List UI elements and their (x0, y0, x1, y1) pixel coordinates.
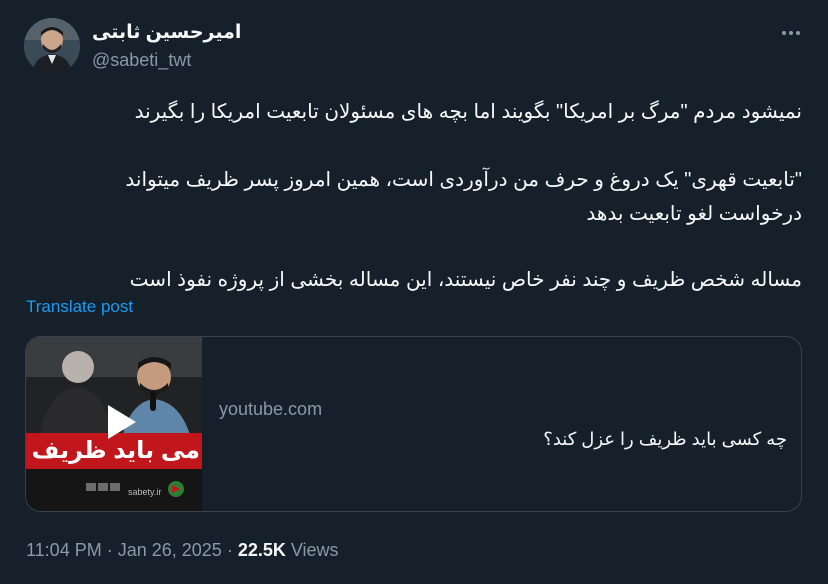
post-metadata: 11:04 PM · Jan 26, 2025 · 22.5K Views (26, 540, 339, 561)
tweet-paragraph-1: نمیشود مردم "مرگ بر امریکا" بگویند اما ب… (134, 101, 802, 123)
thumbnail-banner-text: می باید ظریف را عزل (26, 437, 200, 464)
avatar[interactable] (24, 18, 80, 74)
tweet-paragraph-2-line-2: درخواست لغو تابعیت بدهد (586, 203, 802, 225)
card-title[interactable]: چه کسی باید ظریف را عزل کند؟ (543, 429, 787, 450)
separator-1: · (101, 540, 118, 560)
card-domain: youtube.com (219, 399, 323, 419)
tweet-paragraph-3: مساله شخص ظریف و چند نفر خاص نیستند، این… (129, 269, 802, 291)
play-icon[interactable] (100, 403, 138, 441)
video-thumbnail[interactable]: می باید ظریف را عزل sabety.ir (26, 337, 202, 511)
views-count: 22.5K (237, 540, 286, 560)
separator-2: · (221, 540, 238, 560)
link-preview-card[interactable]: می باید ظریف را عزل sabety.ir youtube.co… (25, 336, 802, 512)
avatar-image (24, 18, 80, 74)
tweet-paragraph-2-line-1: "تابعیت قهری" یک دروغ و حرف من درآوردی ا… (125, 169, 802, 191)
translate-post-link[interactable]: Translate post (26, 297, 133, 317)
post-time[interactable]: 11:04 PM (26, 540, 102, 560)
post-date[interactable]: Jan 26, 2025 (118, 540, 222, 560)
user-handle[interactable]: @sabeti_twt (92, 50, 191, 71)
display-name[interactable]: امیرحسین ثابتی (92, 21, 241, 44)
views-label: Views (285, 540, 339, 560)
more-horizontal-icon[interactable] (778, 20, 804, 46)
thumbnail-watermark: sabety.ir (128, 487, 162, 497)
